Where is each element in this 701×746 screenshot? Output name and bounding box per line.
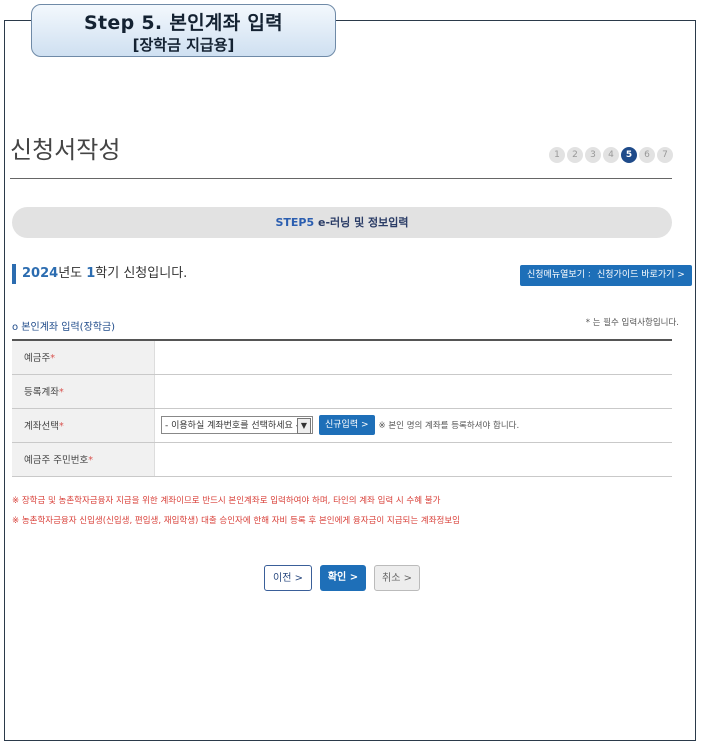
form-row-depositor: 예금주* [12,339,672,375]
title-divider [10,178,672,179]
step-dot-1: 1 [549,147,565,163]
account-note: ※ 본인 명의 계좌를 등록하셔야 합니다. [378,421,520,431]
new-input-button[interactable]: 신규입력 > [319,415,375,435]
semester-term-suffix: 학기 신청입니다. [95,266,188,281]
form-row-account-select: 계좌선택* - 이용하실 계좌번호를 선택하세요 - ▼ 신규입력 > ※ 본인 명의… [12,407,672,443]
step-header-tab: Step 5. 본인계좌 입력 [장학금 지급용] [31,4,336,57]
account-select-label: 계좌선택* [12,407,155,443]
semester-year: 2024 [22,266,59,281]
guide-button[interactable]: 신청가이드 바로가기 > [590,265,692,286]
form-row-registered-account: 등록계좌* [12,373,672,409]
chevron-down-icon[interactable]: ▼ [297,418,311,434]
semester-year-suffix: 년도 [58,266,87,281]
step-banner-text: e-러닝 및 정보입력 [317,216,409,229]
registered-account-label: 등록계좌* [12,373,155,409]
warning-text-1: ※ 장학금 및 농촌학자금융자 지급을 위한 계좌이므로 반드시 본인계좌로 입… [12,496,441,506]
step-banner-label: STEP5 [275,216,315,229]
step-dot-7: 7 [657,147,673,163]
resident-number-field[interactable] [154,441,672,477]
prev-button[interactable]: 이전 > [264,565,312,591]
step-dot-3: 3 [585,147,601,163]
account-form: 예금주* 등록계좌* 계좌선택* - 이용하실 계좌번호를 선택하세요 - ▼ 신규… [12,339,672,477]
depositor-label: 예금주* [12,339,155,375]
resident-number-label: 예금주 주민번호* [12,441,155,477]
required-note: * 는 필수 입력사항입니다. [585,318,679,328]
step-dot-5-current: 5 [621,147,637,163]
step-header-subtitle: [장학금 지급용] [132,36,235,54]
registered-account-field [154,373,672,409]
account-select-cell: - 이용하실 계좌번호를 선택하세요 - ▼ 신규입력 > ※ 본인 명의 계좌를 등… [154,407,672,443]
confirm-button[interactable]: 확인 > [320,565,366,591]
semester-term: 1 [86,266,96,281]
section-label: o 본인계좌 입력(장학금) [12,322,116,333]
warning-text-2: ※ 농촌학자금융자 신입생(신입생, 편입생, 재입학생) 대출 승인자에 한해… [12,516,460,526]
account-select[interactable]: - 이용하실 계좌번호를 선택하세요 - ▼ [161,416,313,434]
form-row-resident-number: 예금주 주민번호* [12,441,672,477]
step-header-title: Step 5. 본인계좌 입력 [84,12,283,34]
cancel-button[interactable]: 취소 > [374,565,420,591]
step-dot-2: 2 [567,147,583,163]
step-indicator: 1 2 3 4 5 6 7 [549,147,673,163]
step-banner: STEP5 e-러닝 및 정보입력 [12,207,672,238]
step-dot-6: 6 [639,147,655,163]
depositor-field[interactable] [154,339,672,375]
page-title: 신청서작성 [10,136,121,164]
step-dot-4: 4 [603,147,619,163]
semester-heading: 2024년도 1학기 신청입니다. [12,264,187,284]
